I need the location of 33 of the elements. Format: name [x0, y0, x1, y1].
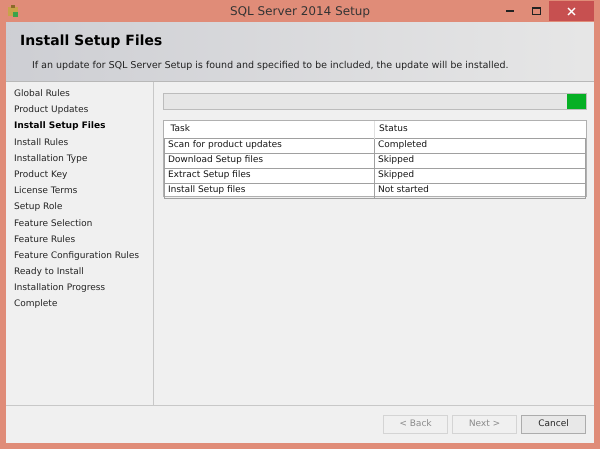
table-cell: Skipped [374, 168, 586, 183]
sidebar-item[interactable]: Installation Type [14, 150, 153, 167]
sidebar-item[interactable]: Setup Role [14, 199, 153, 216]
window-title: SQL Server 2014 Setup [230, 3, 370, 20]
table-cell: Completed [374, 138, 586, 153]
app-icon [6, 4, 20, 18]
sidebar-item[interactable]: License Terms [14, 183, 153, 200]
sidebar-item[interactable]: Install Rules [14, 134, 153, 151]
maximize-icon [532, 7, 540, 15]
sidebar-item[interactable]: Ready to Install [14, 264, 153, 280]
sidebar-item[interactable]: Installation Progress [14, 280, 153, 296]
column-header[interactable]: Task [164, 121, 374, 138]
column-header[interactable]: Status [374, 121, 586, 138]
sidebar-item[interactable]: Product Key [14, 166, 153, 184]
sidebar-item[interactable]: Feature Rules [14, 232, 153, 248]
minimize-icon [506, 10, 514, 12]
sidebar-item[interactable]: Global Rules [14, 86, 153, 102]
table-cell: Download Setup files [164, 153, 374, 168]
sidebar-item[interactable]: Feature Configuration Rules [14, 248, 153, 264]
close-icon [567, 6, 576, 16]
table-cell: Extract Setup files [164, 168, 374, 183]
cancel-button[interactable]: Cancel [521, 415, 586, 434]
table-cell: Skipped [374, 153, 586, 168]
sidebar-item[interactable]: Product Updates [14, 102, 153, 118]
table-cell: Scan for product updates [164, 138, 374, 153]
page-description: If an update for SQL Server Setup is found and specified to be included, the update will be installed. [32, 59, 510, 73]
table-cell: Not started [374, 183, 586, 198]
sidebar-item[interactable]: Feature Selection [14, 216, 153, 232]
sidebar-item[interactable]: Install Setup Files [14, 118, 153, 135]
sidebar-item[interactable]: Complete [14, 296, 153, 313]
close-button[interactable] [549, 1, 594, 21]
page-title: Install Setup Files [20, 32, 164, 51]
table-cell: Install Setup files [164, 183, 374, 198]
